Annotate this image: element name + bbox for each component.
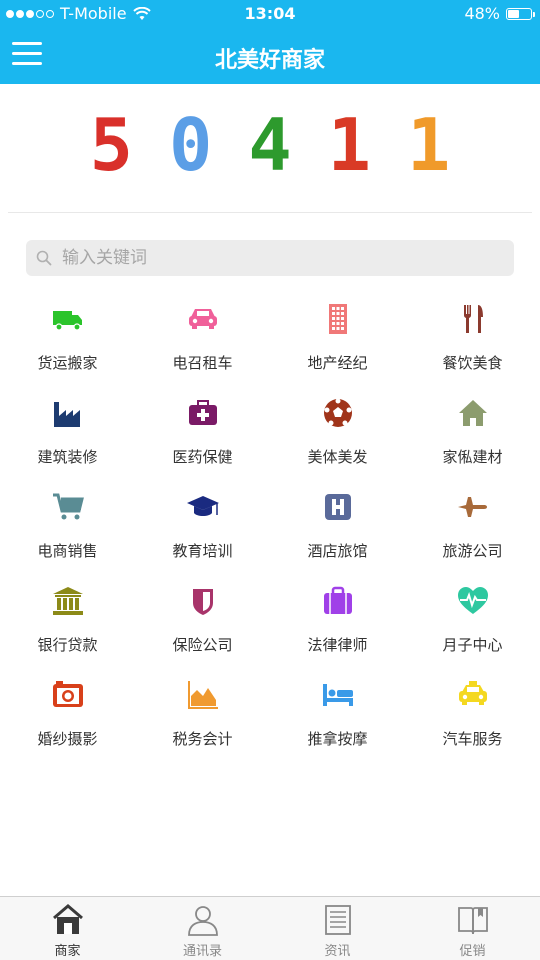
truck-icon — [51, 302, 85, 336]
soccer-ball-icon — [321, 396, 355, 430]
category-item[interactable]: 地产经纪 — [270, 296, 405, 390]
visitor-counter: 5 0 4 1 1 — [0, 103, 540, 187]
tab-news[interactable]: 资讯 — [270, 897, 405, 960]
bed-icon — [321, 678, 355, 712]
building-icon — [321, 302, 355, 336]
category-label: 酒店旅馆 — [307, 542, 368, 560]
battery-percent: 48% — [464, 4, 500, 23]
counter-digit: 1 — [407, 103, 451, 187]
search-icon — [36, 250, 52, 266]
shopping-cart-icon — [51, 490, 85, 524]
category-item[interactable]: 银行贷款 — [0, 578, 135, 672]
tab-label: 促销 — [459, 944, 486, 959]
category-item[interactable]: 建筑装修 — [0, 390, 135, 484]
category-label: 电召租车 — [172, 354, 233, 372]
counter-digit: 0 — [168, 103, 213, 187]
counter-digit: 5 — [89, 103, 133, 187]
tab-label: 商家 — [54, 944, 81, 959]
hotel-icon — [321, 490, 355, 524]
category-label: 税务会计 — [172, 730, 233, 748]
battery-icon — [506, 7, 535, 20]
area-chart-icon — [186, 678, 220, 712]
taxi-icon — [456, 678, 490, 712]
airplane-icon — [456, 490, 490, 524]
camera-icon — [51, 678, 85, 712]
category-item[interactable]: 电商销售 — [0, 484, 135, 578]
category-item[interactable]: 教育培训 — [135, 484, 270, 578]
category-label: 家俬建材 — [442, 448, 503, 466]
category-item[interactable]: 酒店旅馆 — [270, 484, 405, 578]
store-icon — [52, 904, 83, 934]
category-item[interactable]: 医药保健 — [135, 390, 270, 484]
shield-icon — [186, 584, 220, 618]
tab-label: 资讯 — [324, 944, 351, 959]
news-icon — [324, 905, 351, 935]
status-bar: T-Mobile 13:04 48% — [0, 0, 540, 28]
category-label: 地产经纪 — [307, 354, 368, 372]
page-title: 北美好商家 — [214, 48, 325, 73]
bank-icon — [51, 584, 85, 618]
divider — [8, 212, 532, 213]
factory-icon — [51, 396, 85, 430]
category-item[interactable]: 婚纱摄影 — [0, 672, 135, 766]
category-label: 医药保健 — [172, 448, 233, 466]
category-label: 婚纱摄影 — [37, 730, 98, 748]
search-input[interactable] — [62, 248, 502, 268]
category-label: 教育培训 — [172, 542, 233, 560]
heartbeat-icon — [456, 584, 490, 618]
search-bar[interactable] — [26, 240, 514, 276]
category-label: 汽车服务 — [442, 730, 503, 748]
category-item[interactable]: 税务会计 — [135, 672, 270, 766]
category-label: 旅游公司 — [442, 542, 503, 560]
category-label: 货运搬家 — [37, 354, 98, 372]
category-label: 电商销售 — [37, 542, 98, 560]
category-item[interactable]: 家俬建材 — [405, 390, 540, 484]
category-label: 保险公司 — [172, 636, 233, 654]
category-label: 餐饮美食 — [442, 354, 503, 372]
tab-bar: 商家 通讯录 资讯 促销 — [0, 896, 540, 960]
category-item[interactable]: 货运搬家 — [0, 296, 135, 390]
category-label: 月子中心 — [442, 636, 503, 654]
nav-bar: 北美好商家 — [0, 28, 540, 84]
category-item[interactable]: 法律律师 — [270, 578, 405, 672]
category-item[interactable]: 旅游公司 — [405, 484, 540, 578]
book-icon — [457, 907, 488, 935]
category-item[interactable]: 汽车服务 — [405, 672, 540, 766]
top-bar: T-Mobile 13:04 48% 北美好商家 — [0, 0, 540, 84]
car-icon — [186, 302, 220, 336]
tab-person[interactable]: 通讯录 — [135, 897, 270, 960]
category-item[interactable]: 餐饮美食 — [405, 296, 540, 390]
category-label: 法律律师 — [307, 636, 368, 654]
briefcase-icon — [321, 584, 355, 618]
category-item[interactable]: 保险公司 — [135, 578, 270, 672]
clock: 13:04 — [244, 4, 296, 23]
category-label: 银行贷款 — [37, 636, 98, 654]
counter-digit: 4 — [248, 103, 292, 187]
category-item[interactable]: 电召租车 — [135, 296, 270, 390]
medical-kit-icon — [186, 396, 220, 430]
category-label: 美体美发 — [307, 448, 368, 466]
home-icon — [456, 396, 490, 430]
graduation-cap-icon — [186, 490, 220, 524]
category-label: 建筑装修 — [37, 448, 98, 466]
counter-digit: 1 — [327, 103, 372, 187]
person-icon — [187, 906, 218, 936]
fork-knife-icon — [456, 302, 490, 336]
category-label: 推拿按摩 — [307, 730, 368, 748]
category-item[interactable]: 月子中心 — [405, 578, 540, 672]
tab-book[interactable]: 促销 — [405, 897, 540, 960]
tab-store[interactable]: 商家 — [0, 897, 135, 960]
category-item[interactable]: 美体美发 — [270, 390, 405, 484]
tab-label: 通讯录 — [182, 944, 222, 959]
category-item[interactable]: 推拿按摩 — [270, 672, 405, 766]
